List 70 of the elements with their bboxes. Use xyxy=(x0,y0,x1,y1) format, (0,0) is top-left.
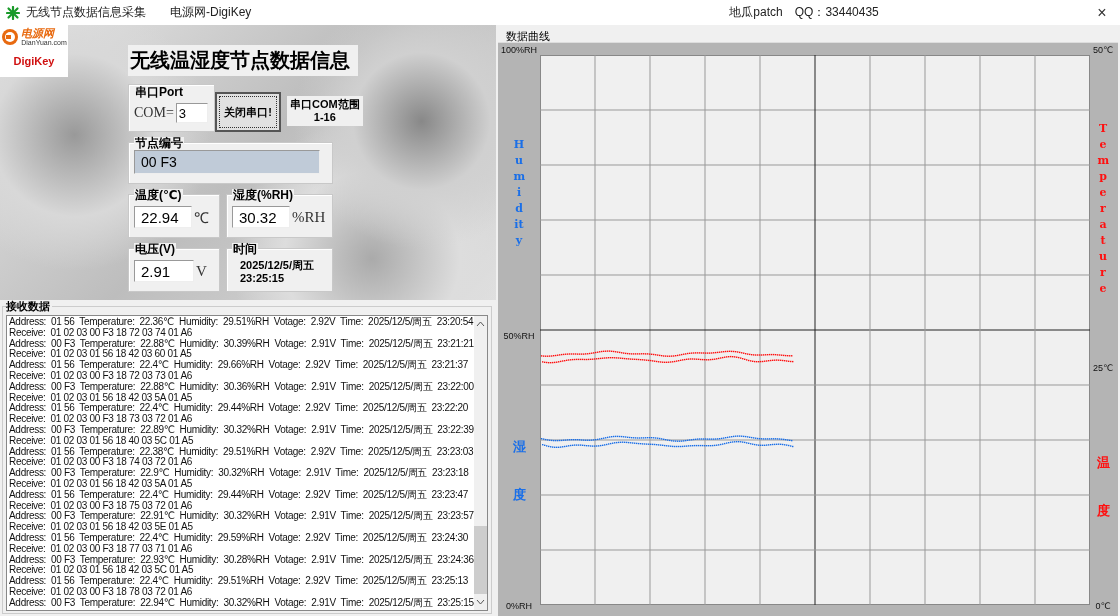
reading-field[interactable]: 30.32 xyxy=(232,206,290,228)
menu-item[interactable]: 电源网-DigiKey xyxy=(170,4,252,21)
axis-tick-label: 0%RH xyxy=(506,601,532,611)
log-line: Receive: 01 02 03 00 F3 18 78 03 72 01 A6 xyxy=(9,586,193,598)
log-line: Address: 00 F3 Temperature: 22.93℃ Humidity: 30.28%RH Votage: 2.91V Time: 2025/12/5/周五 23:24:36 xyxy=(9,554,474,566)
log-line: Address: 00 F3 Temperature: 22.88℃ Humidity: 30.39%RH Votage: 2.91V Time: 2025/12/5/周五 23:21:21 xyxy=(9,338,474,350)
unit-label: %RH xyxy=(292,208,326,226)
log-line: Receive: 01 02 03 01 56 18 42 03 5A 01 A5 xyxy=(9,392,193,403)
log-line: Receive: 01 02 03 01 56 18 40 03 5C 01 A5 xyxy=(9,435,194,447)
log-line: Receive: 01 02 03 00 F3 18 74 03 72 01 A6 xyxy=(9,457,193,468)
group-label: 湿度(%RH) xyxy=(232,189,294,202)
log-line: Address: 01 56 Temperature: 22.4℃ Humidity: 29.44%RH Votage: 2.92V Time: 2025/12/5/周五 23:22:20 xyxy=(9,403,469,415)
logo-text: 电源网 xyxy=(21,28,56,39)
axis-title: Humidity xyxy=(513,137,525,249)
unit-label: V xyxy=(196,262,207,280)
scrollbar[interactable] xyxy=(473,316,487,610)
time-text: 2025/12/5/周五 23:25:15 xyxy=(239,259,315,285)
group-label: 温度(℃) xyxy=(134,189,183,202)
log-line: Receive: 01 02 03 00 F3 18 72 03 73 01 A6 xyxy=(9,371,193,382)
log-line: Address: 01 56 Temperature: 22.4℃ Humidity: 29.44%RH Votage: 2.92V Time: 2025/12/5/周五 23:23:47 xyxy=(9,489,469,501)
window-title: 无线节点数据信息采集 xyxy=(26,4,146,21)
axis-title: Temperature xyxy=(1097,121,1109,297)
log-line: Address: 00 F3 Temperature: 22.91℃ Humidity: 30.32%RH Votage: 2.91V Time: 2025/12/5/周五 23:23:57 xyxy=(9,511,474,523)
reading-field[interactable]: 22.94 xyxy=(134,206,192,228)
axis-tick-label: 100%RH xyxy=(501,45,537,55)
log-line: Receive: 01 02 03 01 56 18 42 03 5A 01 A5 xyxy=(9,478,193,490)
axis-tick-label: 25℃ xyxy=(1092,362,1114,373)
group-label: 接收数据 xyxy=(6,300,52,312)
axis-title: 湿度 xyxy=(512,437,526,504)
axis-title: 温度 xyxy=(1096,453,1110,520)
field-label: COM= xyxy=(134,105,174,121)
log-line: Receive: 01 02 03 00 F3 18 75 03 72 01 A6 xyxy=(9,500,193,511)
log-line: Address: 01 56 Temperature: 22.4℃ Humidity: 29.66%RH Votage: 2.92V Time: 2025/12/5/周五 23:21:37 xyxy=(9,360,469,371)
author-text: 地瓜patch xyxy=(729,4,783,21)
log-line: Address: 00 F3 Temperature: 22.89℃ Humidity: 30.32%RH Votage: 2.91V Time: 2025/12/5/周五 23:22:39 xyxy=(9,424,474,436)
group-label: 串口Port xyxy=(134,86,184,99)
log-line: Address: 01 56 Temperature: 22.36℃ Humidity: 29.51%RH Votage: 2.92V Time: 2025/12/5/周五 23:20:54 xyxy=(9,317,474,328)
scroll-up-icon[interactable] xyxy=(475,320,485,328)
axis-tick-label: 50%RH xyxy=(503,330,535,341)
log-line: Receive: 01 02 03 01 56 18 42 03 60 01 A5 xyxy=(9,349,192,360)
page-heading: 无线温湿度节点数据信息 xyxy=(128,45,358,76)
log-line: Address: 00 F3 Temperature: 22.9℃ Humidity: 30.32%RH Votage: 2.91V Time: 2025/12/5/周五 23:23:18 xyxy=(9,468,470,479)
log-line: Address: 01 56 Temperature: 22.4℃ Humidity: 29.51%RH Votage: 2.92V Time: 2025/12/5/周五 23:25:13 xyxy=(9,576,469,587)
range-note: 串口COM范围 1-16 xyxy=(287,96,363,126)
com-port-field[interactable]: 3 xyxy=(175,103,208,123)
axis-tick-label: 50℃ xyxy=(1092,45,1114,55)
log-line: Receive: 01 02 03 00 F3 18 72 03 74 01 A6 xyxy=(9,327,193,339)
log-line: Receive: 01 02 03 01 56 18 42 03 5C 01 A5 xyxy=(9,565,194,576)
unit-label: ℃ xyxy=(194,209,209,227)
log-line: Address: 00 F3 Temperature: 22.88℃ Humidity: 30.36%RH Votage: 2.91V Time: 2025/12/5/周五 23:22:00 xyxy=(9,381,474,393)
reading-field[interactable]: 2.91 xyxy=(134,260,194,282)
logo-text: DigiKey xyxy=(13,55,55,67)
log-line: Receive: 01 02 03 01 56 18 42 03 5E 01 A5 xyxy=(9,522,193,533)
group-label: 时间 xyxy=(232,243,258,256)
contact-text: QQ：33440435 xyxy=(794,4,879,21)
scroll-down-icon[interactable] xyxy=(475,598,485,606)
group-label: 节点编号 xyxy=(134,137,184,150)
group-label: 电压(V) xyxy=(134,243,176,256)
log-line: Receive: 01 02 03 00 F3 18 77 03 71 01 A6 xyxy=(9,543,193,555)
log-line: Address: 01 56 Temperature: 22.38℃ Humidity: 29.51%RH Votage: 2.92V Time: 2025/12/5/周五 23:23:03 xyxy=(9,446,474,458)
app-icon xyxy=(6,5,20,20)
log-line: Receive: 01 02 03 00 F3 18 73 03 72 01 A6 xyxy=(9,414,193,425)
log-line: Address: 00 F3 Temperature: 22.94℃ Humidity: 30.32%RH Votage: 2.91V Time: 2025/12/5/周五 23:25:15 xyxy=(9,597,474,609)
node-id-field[interactable]: 00 F3 xyxy=(134,150,320,174)
group-label: 数据曲线 xyxy=(504,30,552,42)
scroll-thumb[interactable] xyxy=(473,526,487,594)
close-port-button[interactable]: 关闭串口! xyxy=(215,92,281,132)
axis-tick-label: 0℃ xyxy=(1095,601,1111,611)
log-line: Address: 01 56 Temperature: 22.4℃ Humidity: 29.59%RH Votage: 2.92V Time: 2025/12/5/周五 23:24:30 xyxy=(9,532,469,544)
close-button[interactable]: × xyxy=(1084,0,1120,25)
